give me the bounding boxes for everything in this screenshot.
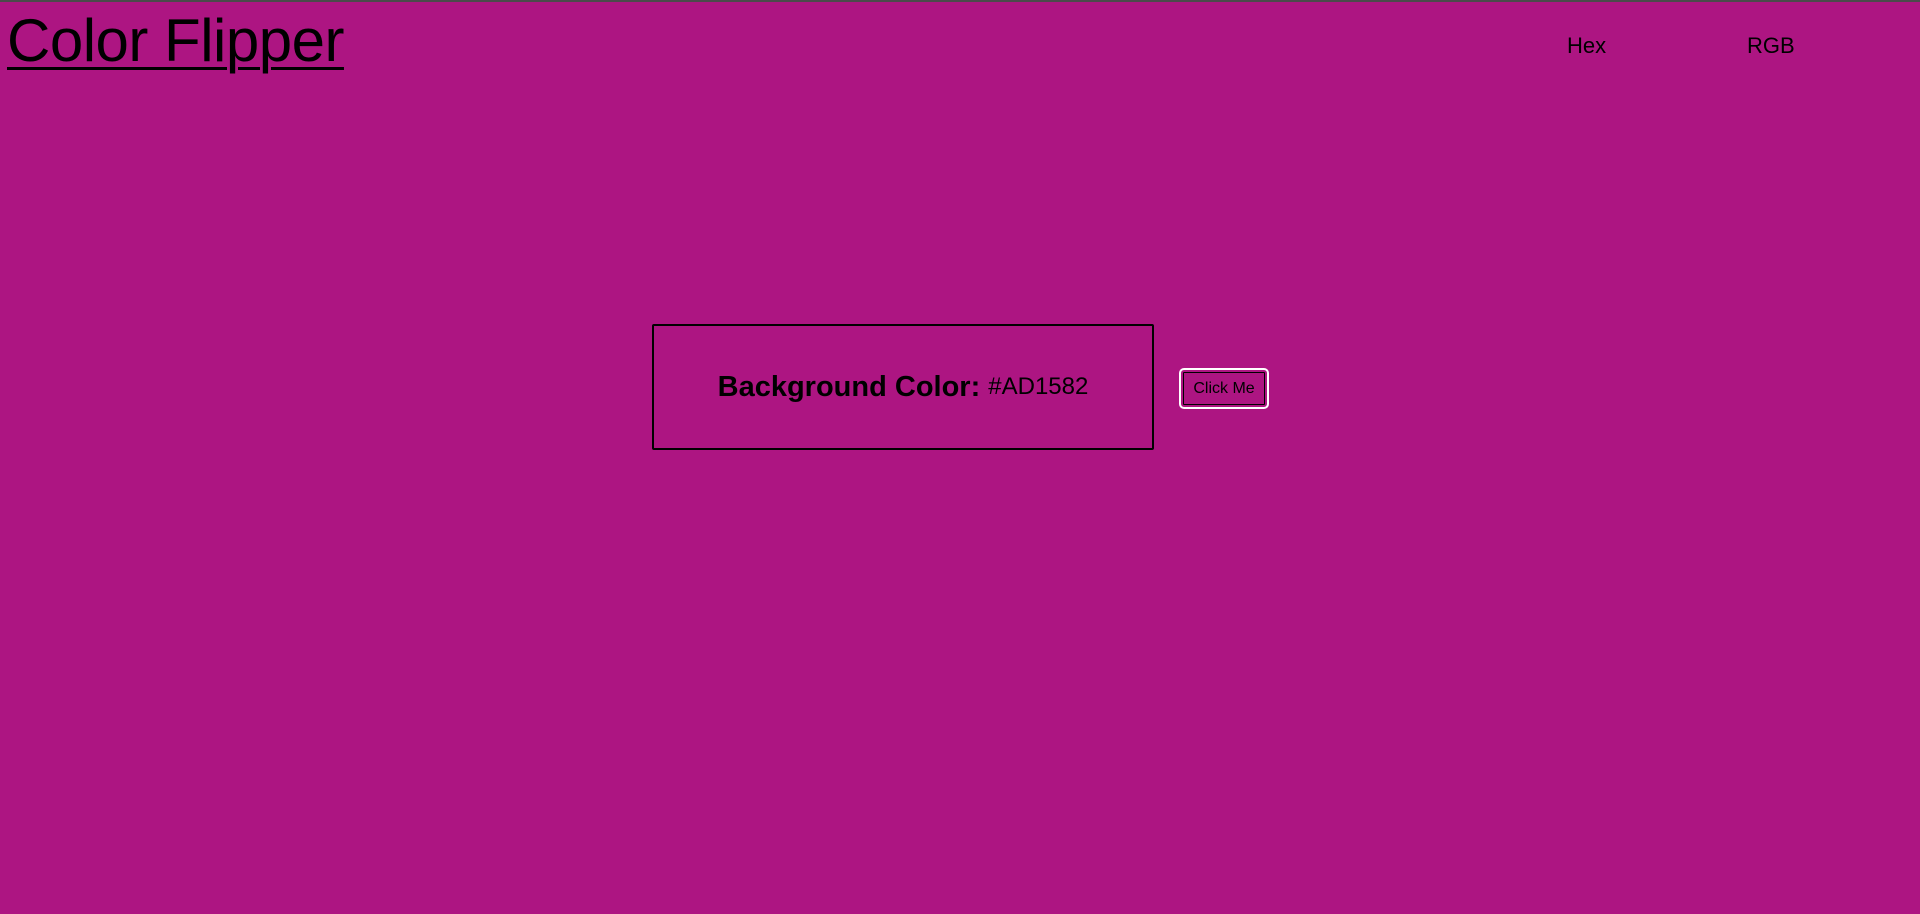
background-color-label: Background Color: [717,370,981,403]
nav-link-rgb[interactable]: RGB [1747,30,1795,62]
nav-link-hex[interactable]: Hex [1567,30,1606,62]
click-me-button[interactable]: Click Me [1179,368,1269,409]
background-color-box: Background Color: #AD1582 [652,324,1154,450]
background-color-value: #AD1582 [988,373,1089,400]
top-nav: Hex RGB [0,30,1920,62]
